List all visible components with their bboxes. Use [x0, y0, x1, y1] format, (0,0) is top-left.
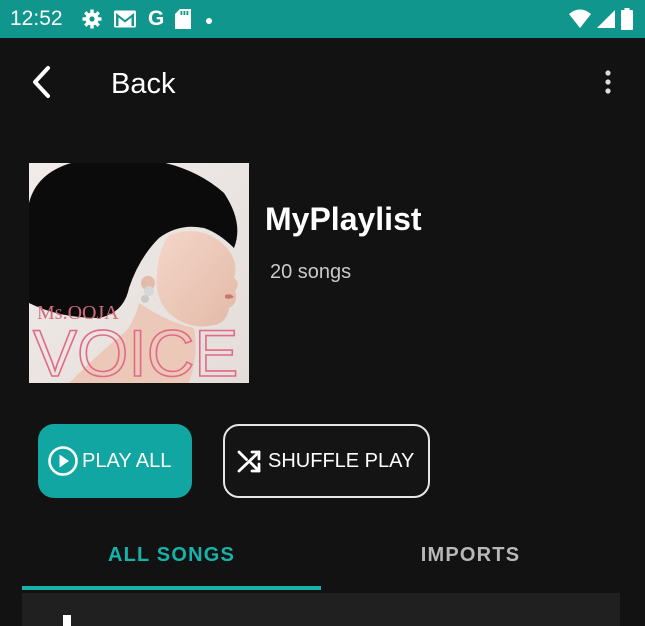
tab-imports[interactable]: IMPORTS	[321, 525, 620, 585]
notification-icons: G	[82, 7, 216, 31]
shuffle-play-button[interactable]: SHUFFLE PLAY	[223, 424, 430, 498]
album-art: Ms.OOJA VOICE	[29, 163, 249, 383]
tab-all-songs[interactable]: ALL SONGS	[22, 525, 321, 585]
shuffle-icon	[235, 446, 265, 476]
dot-icon	[202, 9, 216, 29]
google-icon: G	[148, 7, 165, 30]
list-item-icon	[63, 615, 71, 626]
signal-icon	[597, 9, 615, 34]
gmail-icon	[113, 9, 137, 29]
toolbar: Back	[0, 38, 645, 128]
tab-bar: ALL SONGS IMPORTS	[22, 525, 620, 591]
song-list[interactable]	[22, 593, 620, 626]
sd-card-icon	[175, 9, 192, 29]
battery-icon	[621, 8, 633, 35]
wifi-icon	[569, 9, 591, 34]
more-vert-icon[interactable]	[598, 68, 618, 98]
play-all-button[interactable]: PLAY ALL	[38, 424, 192, 498]
album-title-text: VOICE	[33, 316, 238, 383]
back-button[interactable]: Back	[111, 67, 175, 101]
status-time: 12:52	[10, 7, 63, 30]
tab-indicator	[22, 586, 321, 590]
system-icons	[569, 8, 633, 35]
settings-icon	[82, 9, 102, 29]
play-circle-icon	[47, 445, 79, 477]
status-bar: 12:52 G	[0, 0, 645, 38]
playlist-screen: 12:52 G Back Ms.OOJA VOICE MyPlaylist 20…	[0, 0, 645, 626]
play-all-label: PLAY ALL	[82, 450, 172, 472]
shuffle-play-label: SHUFFLE PLAY	[268, 450, 415, 472]
song-count: 20 songs	[270, 261, 352, 283]
playlist-title: MyPlaylist	[265, 201, 422, 237]
chevron-left-icon[interactable]	[28, 64, 58, 100]
